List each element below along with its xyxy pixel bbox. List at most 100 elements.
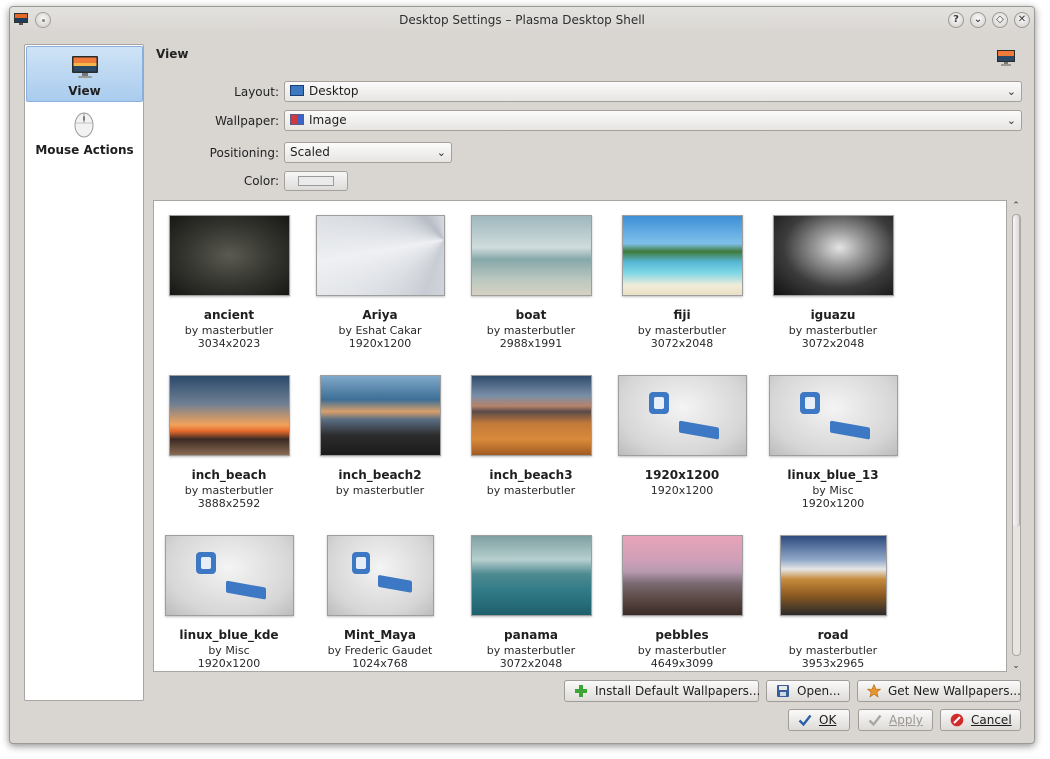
wallpaper-label: Wallpaper: [215,114,279,128]
wallpaper-thumbnail [621,535,743,616]
wallpaper-combo[interactable]: Image ⌄ [284,110,1022,131]
wallpaper-name: Ariya [362,308,398,322]
get-new-wallpapers-button[interactable]: Get New Wallpapers... [857,680,1021,702]
scroll-thumb[interactable] [1013,215,1020,527]
positioning-label: Positioning: [209,146,279,160]
wallpaper-name: linux_blue_kde [179,628,279,642]
wallpaper-item-ancient[interactable]: ancient by masterbutler 3034x2023 [154,215,304,350]
wallpaper-item-road[interactable]: road by masterbutler 3953x2965 [758,535,908,670]
scroll-track[interactable] [1012,214,1021,656]
image-icon [290,114,304,125]
wallpaper-name: ancient [203,308,255,322]
wallpaper-thumbnail [470,535,592,616]
wallpaper-author: by masterbutler [788,644,878,657]
vertical-scrollbar[interactable]: ⌃ ⌄ [1010,200,1022,672]
wallpaper-name: pebbles [655,628,709,642]
window-title: Desktop Settings – Plasma Desktop Shell [399,13,645,27]
wallpaper-name: 1920x1200 [644,468,720,482]
wallpaper-name: fiji [673,308,691,322]
wallpaper-item-linux-blue-kde[interactable]: linux_blue_kde by Misc 1920x1200 [154,535,304,670]
checkmark-icon [798,714,812,727]
ok-button[interactable]: OK [788,709,850,731]
color-label: Color: [243,174,279,188]
linux-mint-logo-icon [648,392,719,440]
scroll-up-icon[interactable]: ⌃ [1010,200,1022,212]
wallpaper-thumbnail [779,535,887,616]
positioning-value: Scaled [290,145,330,159]
wallpaper-author: by masterbutler [486,484,576,497]
wallpaper-author: by Misc [208,644,250,657]
wallpaper-item-inch-beach[interactable]: inch_beach by masterbutler 3888x2592 [154,375,304,510]
wallpaper-author: by masterbutler [335,484,425,497]
color-swatch [298,176,334,186]
wallpaper-name: boat [515,308,547,322]
wallpaper-resolution: 3034x2023 [197,337,261,350]
minimize-button[interactable]: ⌄ [970,12,986,28]
apply-button[interactable]: Apply [858,709,933,731]
wallpaper-author: by masterbutler [637,644,727,657]
wallpaper-name: panama [504,628,558,642]
scroll-down-icon[interactable]: ⌄ [1010,660,1022,672]
wallpaper-name: road [817,628,849,642]
cancel-label: Cancel [971,713,1012,727]
plus-icon [575,685,587,697]
open-label: Open... [797,684,841,698]
wallpaper-resolution: 1920x1200 [197,657,261,670]
wallpaper-item-mint-maya[interactable]: Mint_Maya by Frederic Gaudet 1024x768 [305,535,455,670]
wallpaper-item-inch-beach3[interactable]: inch_beach3 by masterbutler [456,375,606,497]
layout-label: Layout: [234,85,279,99]
star-icon [867,684,881,698]
wallpaper-author: by Eshat Cakar [338,324,422,337]
close-button[interactable]: ✕ [1014,12,1030,28]
help-button[interactable]: ? [948,12,964,28]
wallpaper-thumbnail [164,535,294,616]
wallpaper-item-iguazu[interactable]: iguazu by masterbutler 3072x2048 [758,215,908,350]
wallpaper-thumbnail [168,215,290,296]
sidebar: View Mouse Actions [24,44,144,701]
wallpaper-resolution: 4649x3099 [650,657,714,670]
wallpaper-grid[interactable]: ancient by masterbutler 3034x2023 Ariya … [153,200,1007,672]
wallpaper-item-panama[interactable]: panama by masterbutler 3072x2048 [456,535,606,670]
wallpaper-resolution: 1920x1200 [348,337,412,350]
wallpaper-item-pebbles[interactable]: pebbles by masterbutler 4649x3099 [607,535,757,670]
wallpaper-thumbnail [470,215,592,296]
wallpaper-resolution: 3072x2048 [499,657,563,670]
cancel-button[interactable]: Cancel [940,709,1021,731]
wallpaper-name: linux_blue_13 [787,468,879,482]
wallpaper-resolution: 3072x2048 [801,337,865,350]
positioning-combo[interactable]: Scaled ⌄ [284,142,452,163]
wallpaper-resolution: 3888x2592 [197,497,261,510]
wallpaper-thumbnail [772,215,894,296]
maximize-button[interactable]: ◇ [992,12,1008,28]
wallpaper-thumbnail [326,535,434,616]
chevron-down-icon: ⌄ [436,146,446,159]
page-title: View [156,47,189,61]
ok-label: OK [819,713,837,727]
linux-mint-logo-icon [351,552,412,593]
sidebar-item-view[interactable]: View [26,46,143,102]
wallpaper-item-1920x1200[interactable]: 1920x1200 1920x1200 [607,375,757,497]
checkmark-icon [868,714,882,727]
get-new-label: Get New Wallpapers... [888,684,1021,698]
mouse-icon [74,112,94,138]
wallpaper-resolution: 1024x768 [352,657,408,670]
sidebar-item-mouse-actions[interactable]: Mouse Actions [26,104,143,160]
layout-combo[interactable]: Desktop ⌄ [284,81,1022,102]
wallpaper-name: inch_beach [191,468,267,482]
wallpaper-author: by Misc [812,484,854,497]
wallpaper-item-ariya[interactable]: Ariya by Eshat Cakar 1920x1200 [305,215,455,350]
wallpaper-item-boat[interactable]: boat by masterbutler 2988x1991 [456,215,606,350]
install-default-wallpapers-button[interactable]: Install Default Wallpapers... [564,680,760,702]
wallpaper-thumbnail [319,375,441,456]
chevron-down-icon: ⌄ [1006,85,1016,98]
wallpaper-author: by masterbutler [184,324,274,337]
wallpaper-resolution: 2988x1991 [499,337,563,350]
cancel-icon [950,713,964,727]
linux-mint-logo-icon [195,552,266,600]
open-button[interactable]: Open... [766,680,850,702]
wallpaper-item-linux-blue-13[interactable]: linux_blue_13 by Misc 1920x1200 [758,375,908,510]
color-picker-button[interactable] [284,171,348,191]
wallpaper-item-inch-beach2[interactable]: inch_beach2 by masterbutler [305,375,455,497]
linux-mint-logo-icon [799,392,870,440]
wallpaper-item-fiji[interactable]: fiji by masterbutler 3072x2048 [607,215,757,350]
